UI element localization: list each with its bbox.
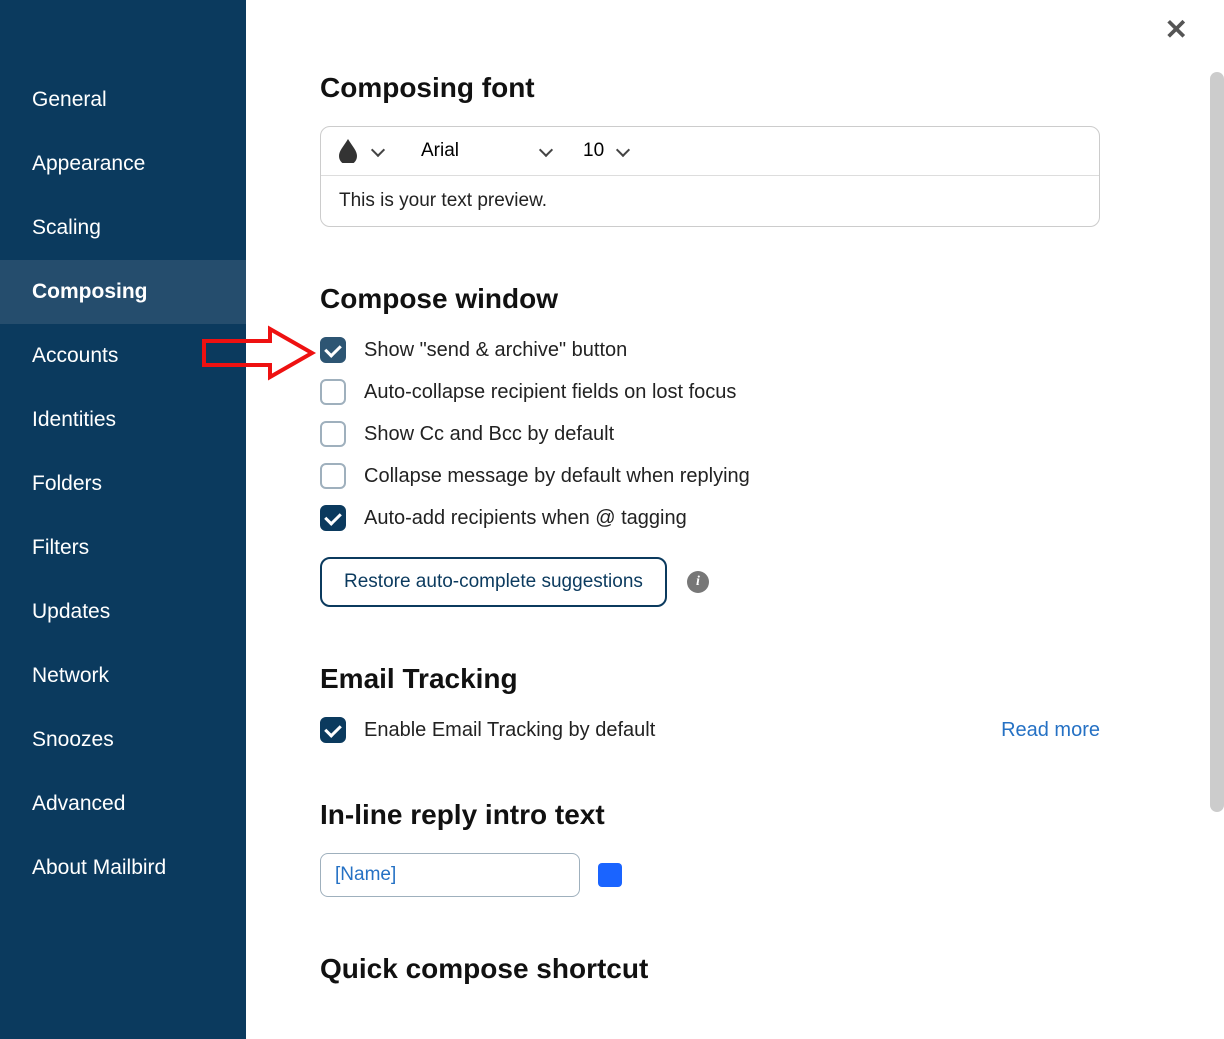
read-more-link[interactable]: Read more [1001, 719, 1100, 742]
color-swatch[interactable] [598, 863, 622, 887]
font-family-select[interactable]: Arial [421, 140, 459, 162]
sidebar-item-identities[interactable]: Identities [0, 388, 246, 452]
opt-auto-add-recipients[interactable]: Auto-add recipients when @ tagging [320, 505, 1164, 531]
checkbox-icon[interactable] [320, 505, 346, 531]
main-panel: ✕ Composing font Arial 10 This is your t… [246, 0, 1224, 1039]
chevron-down-icon[interactable] [539, 142, 553, 156]
opt-label: Collapse message by default when replyin… [364, 465, 750, 488]
section-title-quick: Quick compose shortcut [320, 953, 1164, 985]
sidebar-item-general[interactable]: General [0, 68, 246, 132]
opt-cc-bcc[interactable]: Show Cc and Bcc by default [320, 421, 1164, 447]
checkbox-icon[interactable] [320, 421, 346, 447]
sidebar-item-scaling[interactable]: Scaling [0, 196, 246, 260]
checkbox-icon[interactable] [320, 463, 346, 489]
section-title-compose: Compose window [320, 283, 1164, 315]
settings-sidebar: General Appearance Scaling Composing Acc… [0, 0, 246, 1039]
font-preview: This is your text preview. [321, 176, 1099, 226]
checkbox-icon[interactable] [320, 337, 346, 363]
opt-label: Auto-add recipients when @ tagging [364, 507, 687, 530]
sidebar-item-accounts[interactable]: Accounts [0, 324, 246, 388]
info-icon[interactable]: i [687, 571, 709, 593]
opt-email-tracking[interactable]: Enable Email Tracking by default [320, 717, 655, 743]
sidebar-item-folders[interactable]: Folders [0, 452, 246, 516]
sidebar-item-about[interactable]: About Mailbird [0, 836, 246, 900]
font-size-select[interactable]: 10 [583, 140, 604, 162]
checkbox-icon[interactable] [320, 379, 346, 405]
sidebar-item-appearance[interactable]: Appearance [0, 132, 246, 196]
sidebar-item-filters[interactable]: Filters [0, 516, 246, 580]
chevron-down-icon[interactable] [616, 142, 630, 156]
section-title-font: Composing font [320, 72, 1164, 104]
opt-label: Enable Email Tracking by default [364, 719, 655, 742]
font-box: Arial 10 This is your text preview. [320, 126, 1100, 227]
section-title-tracking: Email Tracking [320, 663, 1164, 695]
close-icon[interactable]: ✕ [1165, 16, 1188, 44]
section-title-inline: In-line reply intro text [320, 799, 1164, 831]
opt-auto-collapse[interactable]: Auto-collapse recipient fields on lost f… [320, 379, 1164, 405]
ink-drop-icon[interactable] [339, 139, 357, 163]
sidebar-item-network[interactable]: Network [0, 644, 246, 708]
opt-label: Show Cc and Bcc by default [364, 423, 614, 446]
scrollbar-thumb[interactable] [1210, 72, 1224, 812]
chevron-down-icon[interactable] [371, 142, 385, 156]
opt-send-archive[interactable]: Show "send & archive" button [320, 337, 1164, 363]
sidebar-item-snoozes[interactable]: Snoozes [0, 708, 246, 772]
checkbox-icon[interactable] [320, 717, 346, 743]
opt-label: Auto-collapse recipient fields on lost f… [364, 381, 736, 404]
restore-autocomplete-button[interactable]: Restore auto-complete suggestions [320, 557, 667, 607]
sidebar-item-composing[interactable]: Composing [0, 260, 246, 324]
opt-collapse-reply[interactable]: Collapse message by default when replyin… [320, 463, 1164, 489]
inline-reply-input[interactable] [320, 853, 580, 897]
sidebar-item-advanced[interactable]: Advanced [0, 772, 246, 836]
sidebar-item-updates[interactable]: Updates [0, 580, 246, 644]
opt-label: Show "send & archive" button [364, 339, 627, 362]
